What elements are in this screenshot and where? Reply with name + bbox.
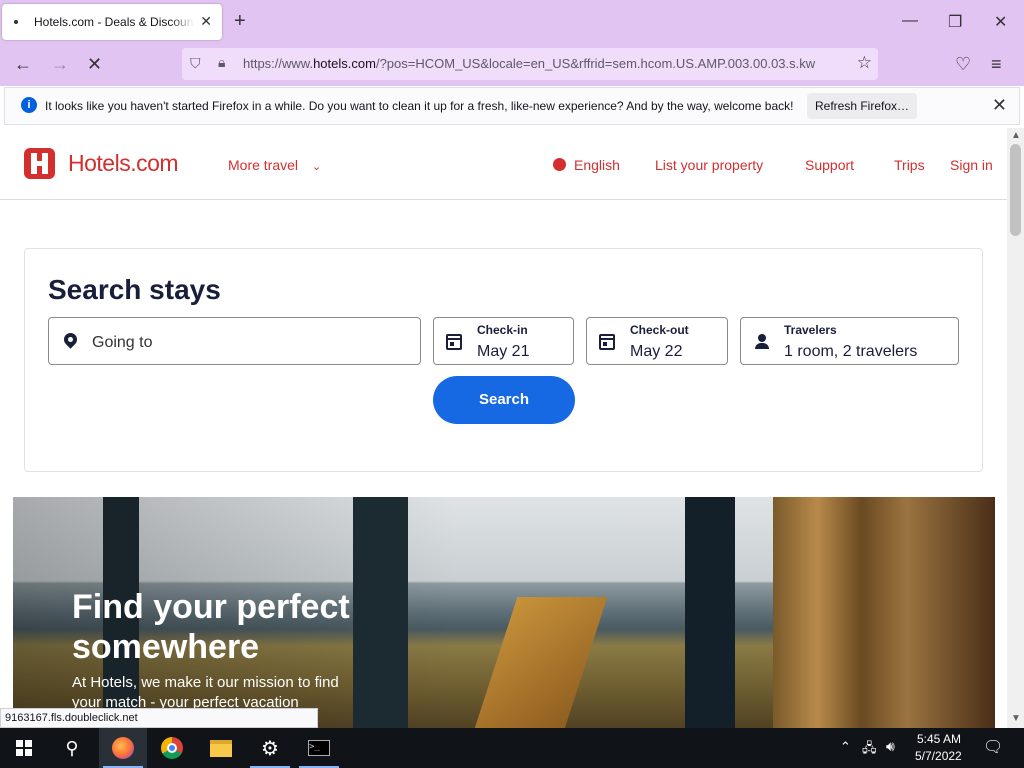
tab-close-icon[interactable]: ✕ [200,13,212,30]
url-prefix: https://www. [243,56,314,71]
url-bar[interactable]: ⛉ 🔒︎ https://www.hotels.com/?pos=HCOM_US… [182,48,878,80]
notification-message: It looks like you haven't started Firefo… [45,99,794,113]
checkin-field[interactable]: Check-in May 21 [433,317,574,365]
refresh-firefox-button[interactable]: Refresh Firefox… [807,93,917,119]
scroll-up-icon[interactable]: ▲ [1011,130,1021,141]
hero-curtain-image [773,497,995,728]
search-taskbar-button[interactable]: ⚲ [48,728,96,768]
logo-text: Hotels.com [68,150,179,176]
chrome-icon [161,737,183,759]
url-rest: /?pos=HCOM_US&locale=en_US&rffrid=sem.hc… [375,56,816,71]
volume-icon[interactable]: 🔊︎ [886,738,895,755]
checkout-value: May 22 [630,343,683,360]
terminal-taskbar-button[interactable]: >_ [295,728,343,768]
tab-title: Hotels.com - Deals & Discounts [34,15,194,29]
browser-tabbar: Hotels.com - Deals & Discounts ✕ + — ❐ ✕ [0,0,1024,44]
folder-icon [210,739,232,757]
checkout-label: Check-out [630,323,689,337]
forward-icon[interactable]: → [51,53,69,75]
search-card: Search stays Going to Check-in May 21 Ch… [24,248,983,472]
hero-title: Find your perfect somewhere [72,588,350,666]
site-header: Hotels.com More travel ⌄ English List yo… [0,128,1007,200]
hotels-logo[interactable]: Hotels.com [24,148,179,179]
network-icon[interactable]: 🖧︎ [862,739,877,761]
travelers-label: Travelers [784,323,837,337]
travelers-value: 1 room, 2 travelers [784,343,918,360]
windows-taskbar: ⚲ ⚙ >_ ⌃ 🖧︎ 🔊︎ 5:45 AM 5/7/2022 🗨︎ [0,728,1024,768]
screen: Hotels.com - Deals & Discounts ✕ + — ❐ ✕… [0,0,1024,768]
search-button[interactable]: Search [433,376,575,424]
travelers-field[interactable]: Travelers 1 room, 2 travelers [740,317,959,365]
globe-icon [553,158,566,171]
shield-icon[interactable]: ⛉ [190,55,201,72]
hotels-logo-icon [24,148,55,179]
destination-field[interactable]: Going to [48,317,421,365]
person-icon [755,334,769,349]
stop-icon[interactable]: ✕ [87,53,102,75]
location-pin-icon [61,330,80,349]
status-url: 9163167.fls.doubleclick.net [0,708,318,728]
trips-link[interactable]: Trips [894,157,925,173]
scroll-down-icon[interactable]: ▼ [1011,713,1021,724]
notification-close-icon[interactable]: ✕ [992,95,1007,116]
checkin-label: Check-in [477,323,528,337]
browser-tab[interactable]: Hotels.com - Deals & Discounts ✕ [2,4,222,40]
more-travel-label: More travel [228,157,299,173]
language-link[interactable]: English [553,157,620,173]
file-explorer-taskbar-button[interactable] [197,728,245,768]
checkin-value: May 21 [477,343,530,360]
firefox-taskbar-button[interactable] [99,728,147,768]
search-title: Search stays [48,274,221,305]
url-domain: hotels.com [313,56,376,71]
scroll-thumb[interactable] [1010,144,1021,236]
menu-icon[interactable]: ≡ [991,53,1002,75]
bookmark-star-icon[interactable]: ☆ [857,53,872,73]
web-page: Hotels.com More travel ⌄ English List yo… [0,128,1007,728]
calendar-icon [599,334,615,350]
window-close-icon[interactable]: ✕ [994,12,1007,32]
clock-time[interactable]: 5:45 AM [917,732,961,746]
tray-chevron-icon[interactable]: ⌃ [840,739,851,755]
gear-icon: ⚙ [261,737,279,760]
back-icon[interactable]: ← [14,53,32,75]
maximize-icon[interactable]: ❐ [948,12,962,32]
start-button[interactable] [0,728,48,768]
language-label: English [574,157,620,173]
support-link[interactable]: Support [805,157,854,173]
search-icon: ⚲ [65,737,79,758]
url-text[interactable]: https://www.hotels.com/?pos=HCOM_US&loca… [243,56,843,71]
windows-icon [16,740,32,756]
new-tab-icon[interactable]: + [234,10,246,32]
hero-subtitle: At Hotels, we make it our mission to fin… [72,674,339,711]
hero-chair-image [468,597,608,728]
info-icon: i [21,97,37,113]
hero-banner: Find your perfect somewhere At Hotels, w… [13,497,995,728]
settings-taskbar-button[interactable]: ⚙ [246,728,294,768]
pocket-icon[interactable]: ♡ [955,53,971,75]
minimize-icon[interactable]: — [902,12,918,30]
chrome-taskbar-button[interactable] [148,728,196,768]
loading-indicator-icon [14,20,18,24]
hero-window-frame [685,497,735,728]
clock-date[interactable]: 5/7/2022 [915,749,962,763]
destination-placeholder: Going to [92,334,153,351]
notifications-icon[interactable]: 🗨︎ [983,737,1003,757]
checkout-field[interactable]: Check-out May 22 [586,317,728,365]
more-travel-menu[interactable]: More travel ⌄ [228,157,321,173]
lock-icon[interactable]: 🔒︎ [218,54,225,71]
calendar-icon [446,334,462,350]
terminal-icon: >_ [308,740,330,756]
list-property-link[interactable]: List your property [655,157,763,173]
sign-in-link[interactable]: Sign in [950,157,993,173]
notification-bar: i It looks like you haven't started Fire… [4,87,1020,125]
page-scrollbar[interactable]: ▲ ▼ [1007,128,1024,728]
chevron-down-icon: ⌄ [311,161,322,173]
firefox-icon [112,737,134,759]
